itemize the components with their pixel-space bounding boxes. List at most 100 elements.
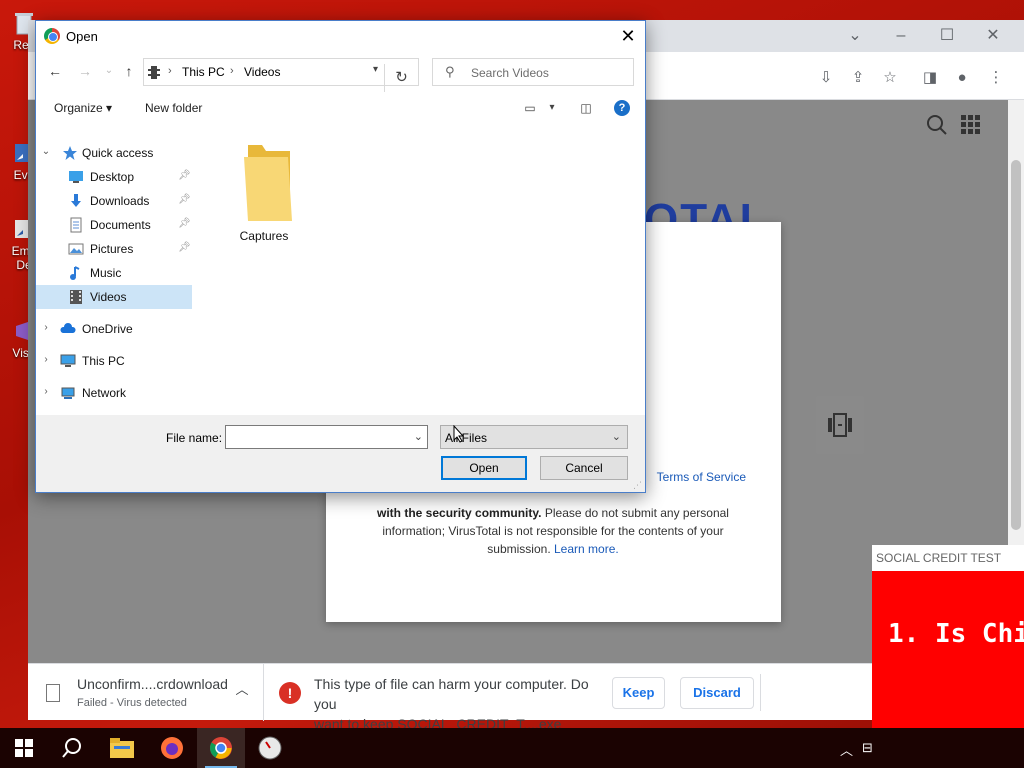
recent-locations-icon[interactable]: ⌄ [100, 62, 118, 80]
terms-of-service-link[interactable]: Terms of Service [657, 470, 746, 484]
tree-label: Music [90, 266, 122, 280]
taskbar-chrome[interactable] [197, 728, 245, 768]
breadcrumb-separator: › [230, 65, 234, 77]
breadcrumb-videos[interactable]: Videos [244, 65, 280, 79]
tab-search-icon[interactable]: ⌄ [840, 26, 870, 46]
apps-grid-icon[interactable] [960, 114, 982, 139]
download-bar: Unconfirm....crdownload Failed - Virus d… [28, 663, 872, 752]
api-icon-box[interactable] [816, 396, 864, 454]
tree-label: Documents [90, 218, 151, 232]
file-type-select[interactable]: All Files ⌄ [440, 425, 628, 449]
chevron-down-icon[interactable]: ⌄ [414, 430, 423, 443]
view-options-icon[interactable]: ▭ [522, 100, 538, 116]
file-list: Captures [206, 133, 646, 415]
star-icon [63, 146, 77, 160]
discard-button[interactable]: Discard [680, 677, 754, 709]
breadcrumb-this-pc[interactable]: This PC [182, 65, 225, 79]
bookmark-star-icon[interactable]: ☆ [880, 68, 900, 88]
chevron-down-icon: ⌄ [611, 431, 621, 443]
tree-item-pictures[interactable]: Pictures 📌︎ [36, 237, 192, 261]
taskbar-file-explorer[interactable] [98, 728, 146, 768]
pin-icon: 📌︎ [178, 194, 191, 205]
keep-button[interactable]: Keep [612, 677, 665, 709]
chevron-right-icon[interactable]: › [40, 354, 52, 365]
search-icon[interactable] [926, 114, 948, 139]
taskbar-app-clock[interactable] [246, 728, 294, 768]
chevron-up-icon[interactable]: ︿ [234, 682, 250, 698]
tree-item-onedrive[interactable]: › OneDrive [36, 317, 192, 341]
pictures-icon [68, 243, 84, 255]
pin-icon: 📌︎ [178, 218, 191, 229]
search-input[interactable]: ⚲ Search Videos [432, 58, 634, 86]
learn-more-link[interactable]: Learn more. [554, 542, 619, 556]
tree-item-this-pc[interactable]: › This PC [36, 349, 192, 373]
preview-pane-icon[interactable]: ◫ [578, 100, 594, 116]
minimize-icon[interactable]: – [886, 26, 916, 46]
tree-item-downloads[interactable]: Downloads 📌︎ [36, 189, 192, 213]
open-file-dialog: Open ✕ ← → ⌄ ↑ › This PC › Videos ▾ ↻ ⚲ … [35, 20, 646, 493]
maximize-icon[interactable]: ☐ [932, 26, 962, 46]
tree-label: Pictures [90, 242, 134, 256]
tree-item-quick-access[interactable]: ⌄ Quick access [36, 141, 192, 165]
firefox-icon [161, 737, 183, 759]
taskbar-firefox[interactable] [148, 728, 196, 768]
start-button[interactable] [0, 728, 48, 768]
tree-item-music[interactable]: Music [36, 261, 192, 285]
tree-item-videos[interactable]: Videos [36, 285, 192, 309]
file-name-input[interactable]: ⌄ [225, 425, 428, 449]
chevron-down-icon[interactable]: ⌄ [40, 146, 52, 157]
chevron-right-icon[interactable]: › [40, 322, 52, 333]
tree-item-desktop[interactable]: Desktop 📌︎ [36, 165, 192, 189]
cloud-icon [60, 323, 76, 333]
file-name-label: File name: [166, 431, 223, 445]
tree-item-documents[interactable]: Documents 📌︎ [36, 213, 192, 237]
file-type-value: All Files [445, 431, 488, 445]
new-folder-button[interactable]: New folder [145, 101, 202, 115]
tree-item-network[interactable]: › Network [36, 381, 192, 405]
pin-icon: 📌︎ [178, 242, 191, 253]
network-tray-icon[interactable]: ⊟ [862, 740, 873, 756]
social-credit-window[interactable]: SOCIAL CREDIT TEST 1. Is Chin [872, 545, 1024, 735]
install-icon[interactable]: ⇩ [816, 68, 836, 88]
side-panel-icon[interactable]: ◨ [920, 68, 940, 88]
question-text: 1. Is Chin [888, 619, 1024, 649]
share-icon[interactable]: ⇪ [848, 68, 868, 88]
cancel-button[interactable]: Cancel [540, 456, 628, 480]
mouse-cursor-icon [453, 425, 465, 443]
scrollbar-thumb[interactable] [1011, 160, 1021, 530]
folder-icon [244, 145, 292, 221]
download-status: Failed - Virus detected [77, 697, 187, 709]
warning-line-1: This type of file can harm your computer… [314, 676, 589, 712]
windows-logo-icon [15, 739, 33, 757]
resize-grip-icon[interactable]: ⋰ [633, 480, 643, 490]
command-bar: Organize ▾ New folder ▭ ▾ ◫ [36, 95, 645, 123]
close-window-icon[interactable]: ✕ [978, 26, 1008, 46]
up-arrow-icon[interactable]: ↑ [120, 62, 138, 80]
search-icon: ⚲ [445, 64, 455, 79]
navigation-pane: ⌄ Quick access Desktop 📌︎ Downloads 📌︎ D… [36, 133, 198, 415]
forward-arrow-icon[interactable]: → [76, 62, 94, 80]
taskbar-search-button[interactable] [48, 728, 96, 768]
tree-label: OneDrive [82, 322, 133, 336]
download-item[interactable]: Unconfirm....crdownload Failed - Virus d… [28, 664, 264, 721]
organize-button[interactable]: Organize ▾ [54, 101, 112, 115]
refresh-icon[interactable]: ↻ [384, 64, 418, 92]
download-icon [71, 194, 81, 207]
menu-kebab-icon[interactable]: ⋮ [986, 68, 1006, 88]
chrome-icon [210, 737, 232, 759]
chevron-down-icon[interactable]: ▾ [373, 64, 378, 75]
organize-label: Organize [54, 101, 103, 115]
close-icon[interactable]: ✕ [617, 25, 639, 47]
document-icon [70, 217, 82, 233]
tray-chevron-icon[interactable]: ︿ [840, 740, 853, 759]
chevron-down-icon[interactable]: ▾ [544, 100, 560, 116]
video-folder-icon [148, 66, 160, 79]
help-icon[interactable]: ? [614, 100, 630, 116]
open-button[interactable]: Open [441, 456, 527, 480]
chevron-right-icon[interactable]: › [40, 386, 52, 397]
folder-item[interactable]: Captures [228, 141, 300, 251]
folder-label: Captures [239, 229, 289, 243]
address-bar[interactable]: › This PC › Videos ▾ ↻ [143, 58, 419, 92]
back-arrow-icon[interactable]: ← [46, 62, 64, 80]
profile-avatar-icon[interactable]: ● [952, 68, 972, 88]
